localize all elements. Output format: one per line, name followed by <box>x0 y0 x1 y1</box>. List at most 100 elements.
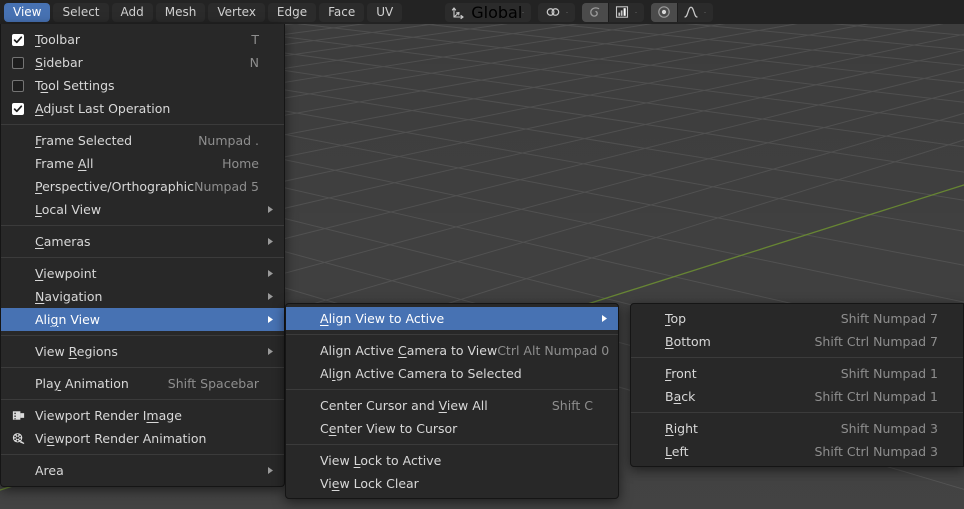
submenu-arrow-icon <box>267 292 274 301</box>
menu-item-align-active-camera-to-selected[interactable]: Align Active Camera to Selected <box>286 362 618 385</box>
transform-orientation-dropdown[interactable]: Global <box>445 2 532 22</box>
menu-item-label: Bottom <box>665 334 711 349</box>
menu-separator <box>286 389 618 390</box>
submenu-arrow-icon <box>267 315 274 324</box>
chevron-down-icon[interactable] <box>704 3 713 22</box>
checkbox-checked[interactable] <box>12 33 24 46</box>
menu-item-tool-settings[interactable]: Tool Settings <box>1 74 284 97</box>
menu-item-adjust-last-operation[interactable]: Adjust Last Operation <box>1 97 284 120</box>
viewport-header: View Select Add Mesh Vertex Edge Face UV… <box>0 0 964 24</box>
menubar-item-edge[interactable]: Edge <box>267 2 317 22</box>
menu-item-label: Viewpoint <box>35 266 97 281</box>
menu-item-center-cursor-and-view-all[interactable]: Center Cursor and View All Shift C <box>286 394 618 417</box>
menu-item-area[interactable]: Area <box>1 459 284 482</box>
snap-dropdown[interactable] <box>538 2 576 22</box>
menu-item-label: Viewport Render Image <box>35 408 182 423</box>
menu-item-shortcut: N <box>249 55 259 70</box>
menu-item-toolbar[interactable]: Toolbar T <box>1 28 284 51</box>
menu-item-shortcut: Home <box>222 156 259 171</box>
menu-item-view-lock-clear[interactable]: View Lock Clear <box>286 472 618 495</box>
menu-item-frame-all[interactable]: Frame All Home <box>1 152 284 175</box>
menu-item-label: View Lock to Active <box>320 453 442 468</box>
menu-separator <box>631 412 963 413</box>
menu-item-shortcut: Shift Numpad 3 <box>840 421 938 436</box>
checkbox-unchecked[interactable] <box>12 79 24 92</box>
proportional-falloff-bars-icon[interactable] <box>609 3 635 22</box>
menu-separator <box>1 454 284 455</box>
menu-item-cameras[interactable]: Cameras <box>1 230 284 253</box>
checkbox-checked[interactable] <box>12 102 24 115</box>
menu-item-viewpoint[interactable]: Viewpoint <box>1 262 284 285</box>
menu-item-gutter <box>1 33 35 46</box>
menu-bar: View Select Add Mesh Vertex Edge Face UV <box>0 0 405 24</box>
menu-item-gutter <box>1 102 35 115</box>
menu-item-navigation[interactable]: Navigation <box>1 285 284 308</box>
menu-item-play-animation[interactable]: Play Animation Shift Spacebar <box>1 372 284 395</box>
menu-item-sidebar[interactable]: Sidebar N <box>1 51 284 74</box>
submenu-arrow-icon <box>267 237 274 246</box>
menu-item-label: Align View <box>35 312 100 327</box>
menu-item-bottom[interactable]: Bottom Shift Ctrl Numpad 7 <box>631 330 963 353</box>
menu-item-label: Sidebar <box>35 55 83 70</box>
menu-separator <box>1 257 284 258</box>
menu-item-align-view[interactable]: Align View <box>1 308 284 331</box>
proportional-edit-circle-icon[interactable] <box>582 2 609 22</box>
menu-item-label: Align Active Camera to Selected <box>320 366 522 381</box>
snap-magnet-icon[interactable] <box>538 3 566 22</box>
menubar-item-mesh[interactable]: Mesh <box>155 2 206 22</box>
chevron-down-icon[interactable] <box>635 3 644 22</box>
menu-item-shortcut: Shift Numpad 1 <box>840 366 938 381</box>
menu-item-shortcut: Shift Numpad 7 <box>840 311 938 326</box>
menubar-label-vertex: Vertex <box>217 4 256 19</box>
menu-item-label: Tool Settings <box>35 78 115 93</box>
menu-item-shortcut: Ctrl Alt Numpad 0 <box>497 343 610 358</box>
menu-item-frame-selected[interactable]: Frame Selected Numpad . <box>1 129 284 152</box>
view-dropdown-menu[interactable]: Toolbar T Sidebar N Tool Settings Adjust Last… <box>0 24 285 487</box>
menu-separator <box>1 335 284 336</box>
menu-item-label: Frame Selected <box>35 133 133 148</box>
align-view-submenu[interactable]: Align View to Active Align Active Camera … <box>285 303 619 499</box>
menu-item-back[interactable]: Back Shift Ctrl Numpad 1 <box>631 385 963 408</box>
menu-item-right[interactable]: Right Shift Numpad 3 <box>631 417 963 440</box>
menu-item-view-lock-to-active[interactable]: View Lock to Active <box>286 449 618 472</box>
menubar-item-view[interactable]: View <box>4 2 51 22</box>
menu-item-label: Cameras <box>35 234 91 249</box>
menu-item-label: Frame All <box>35 156 94 171</box>
menu-item-view-regions[interactable]: View Regions <box>1 340 284 363</box>
header-tools: Global <box>445 0 714 24</box>
smooth-falloff-curve-icon[interactable] <box>678 3 704 22</box>
menu-item-perspective-orthographic[interactable]: Perspective/Orthographic Numpad 5 <box>1 175 284 198</box>
menu-item-label: Local View <box>35 202 102 217</box>
submenu-arrow-icon <box>267 347 274 356</box>
menu-item-left[interactable]: Left Shift Ctrl Numpad 3 <box>631 440 963 463</box>
menu-item-viewport-render-image[interactable]: Viewport Render Image <box>1 404 284 427</box>
menu-item-viewport-render-animation[interactable]: Viewport Render Animation <box>1 427 284 450</box>
menubar-item-uv[interactable]: UV <box>367 2 403 22</box>
menu-item-center-view-to-cursor[interactable]: Center View to Cursor <box>286 417 618 440</box>
checkbox-unchecked[interactable] <box>12 56 24 69</box>
menu-item-top[interactable]: Top Shift Numpad 7 <box>631 307 963 330</box>
render-image-icon <box>11 408 26 423</box>
menu-item-shortcut: Shift Ctrl Numpad 1 <box>814 389 938 404</box>
menubar-item-add[interactable]: Add <box>111 2 153 22</box>
menu-item-shortcut: Numpad 5 <box>194 179 259 194</box>
menu-item-align-active-camera-to-view[interactable]: Align Active Camera to View Ctrl Alt Nump… <box>286 339 618 362</box>
menubar-item-face[interactable]: Face <box>319 2 365 22</box>
proportional-dot-icon[interactable] <box>651 2 678 22</box>
menubar-item-select[interactable]: Select <box>53 2 109 22</box>
align-view-to-active-submenu[interactable]: Top Shift Numpad 7 Bottom Shift Ctrl Numpad… <box>630 303 964 467</box>
menu-item-label: Viewport Render Animation <box>35 431 207 446</box>
menu-item-label: Center View to Cursor <box>320 421 458 436</box>
menu-item-shortcut: Shift C <box>551 398 593 413</box>
menu-item-label: Center Cursor and View All <box>320 398 488 413</box>
menu-item-local-view[interactable]: Local View <box>1 198 284 221</box>
proportional-falloff-group[interactable] <box>651 2 714 22</box>
menu-item-label: Area <box>35 463 64 478</box>
menu-item-label: Adjust Last Operation <box>35 101 171 116</box>
menu-item-align-view-to-active[interactable]: Align View to Active <box>286 307 618 330</box>
menu-item-front[interactable]: Front Shift Numpad 1 <box>631 362 963 385</box>
proportional-edit-group[interactable] <box>582 2 645 22</box>
chevron-down-icon[interactable] <box>566 3 575 22</box>
chevron-down-icon[interactable] <box>522 3 531 22</box>
menubar-item-vertex[interactable]: Vertex <box>208 2 265 22</box>
